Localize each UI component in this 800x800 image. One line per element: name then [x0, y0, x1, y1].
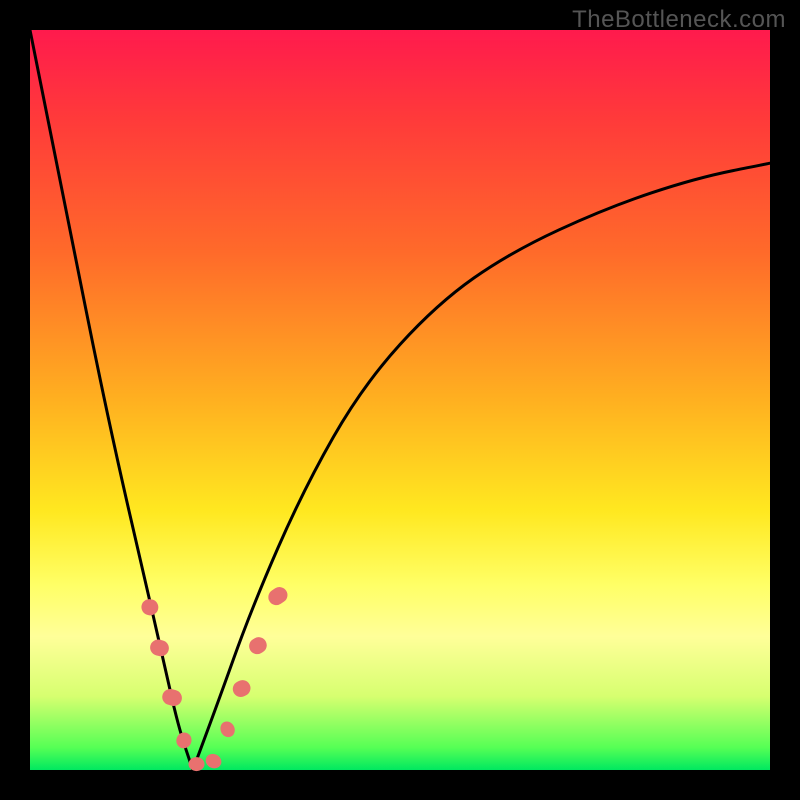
bead-marker: [265, 584, 290, 608]
bead-marker: [140, 597, 160, 617]
bead-marker: [230, 677, 253, 699]
plot-area: [30, 30, 770, 770]
bead-marker: [246, 634, 269, 657]
bead-marker: [218, 719, 237, 739]
bead-marker: [189, 757, 205, 771]
bead-marker: [148, 638, 170, 658]
curve-left-branch: [30, 30, 193, 770]
curve-right-branch: [193, 163, 770, 770]
bead-marker: [203, 751, 223, 770]
bead-marker: [174, 730, 194, 750]
chart-frame: TheBottleneck.com: [0, 0, 800, 800]
curve-layer: [30, 30, 770, 770]
bead-markers: [140, 584, 291, 771]
bead-marker: [160, 687, 183, 708]
